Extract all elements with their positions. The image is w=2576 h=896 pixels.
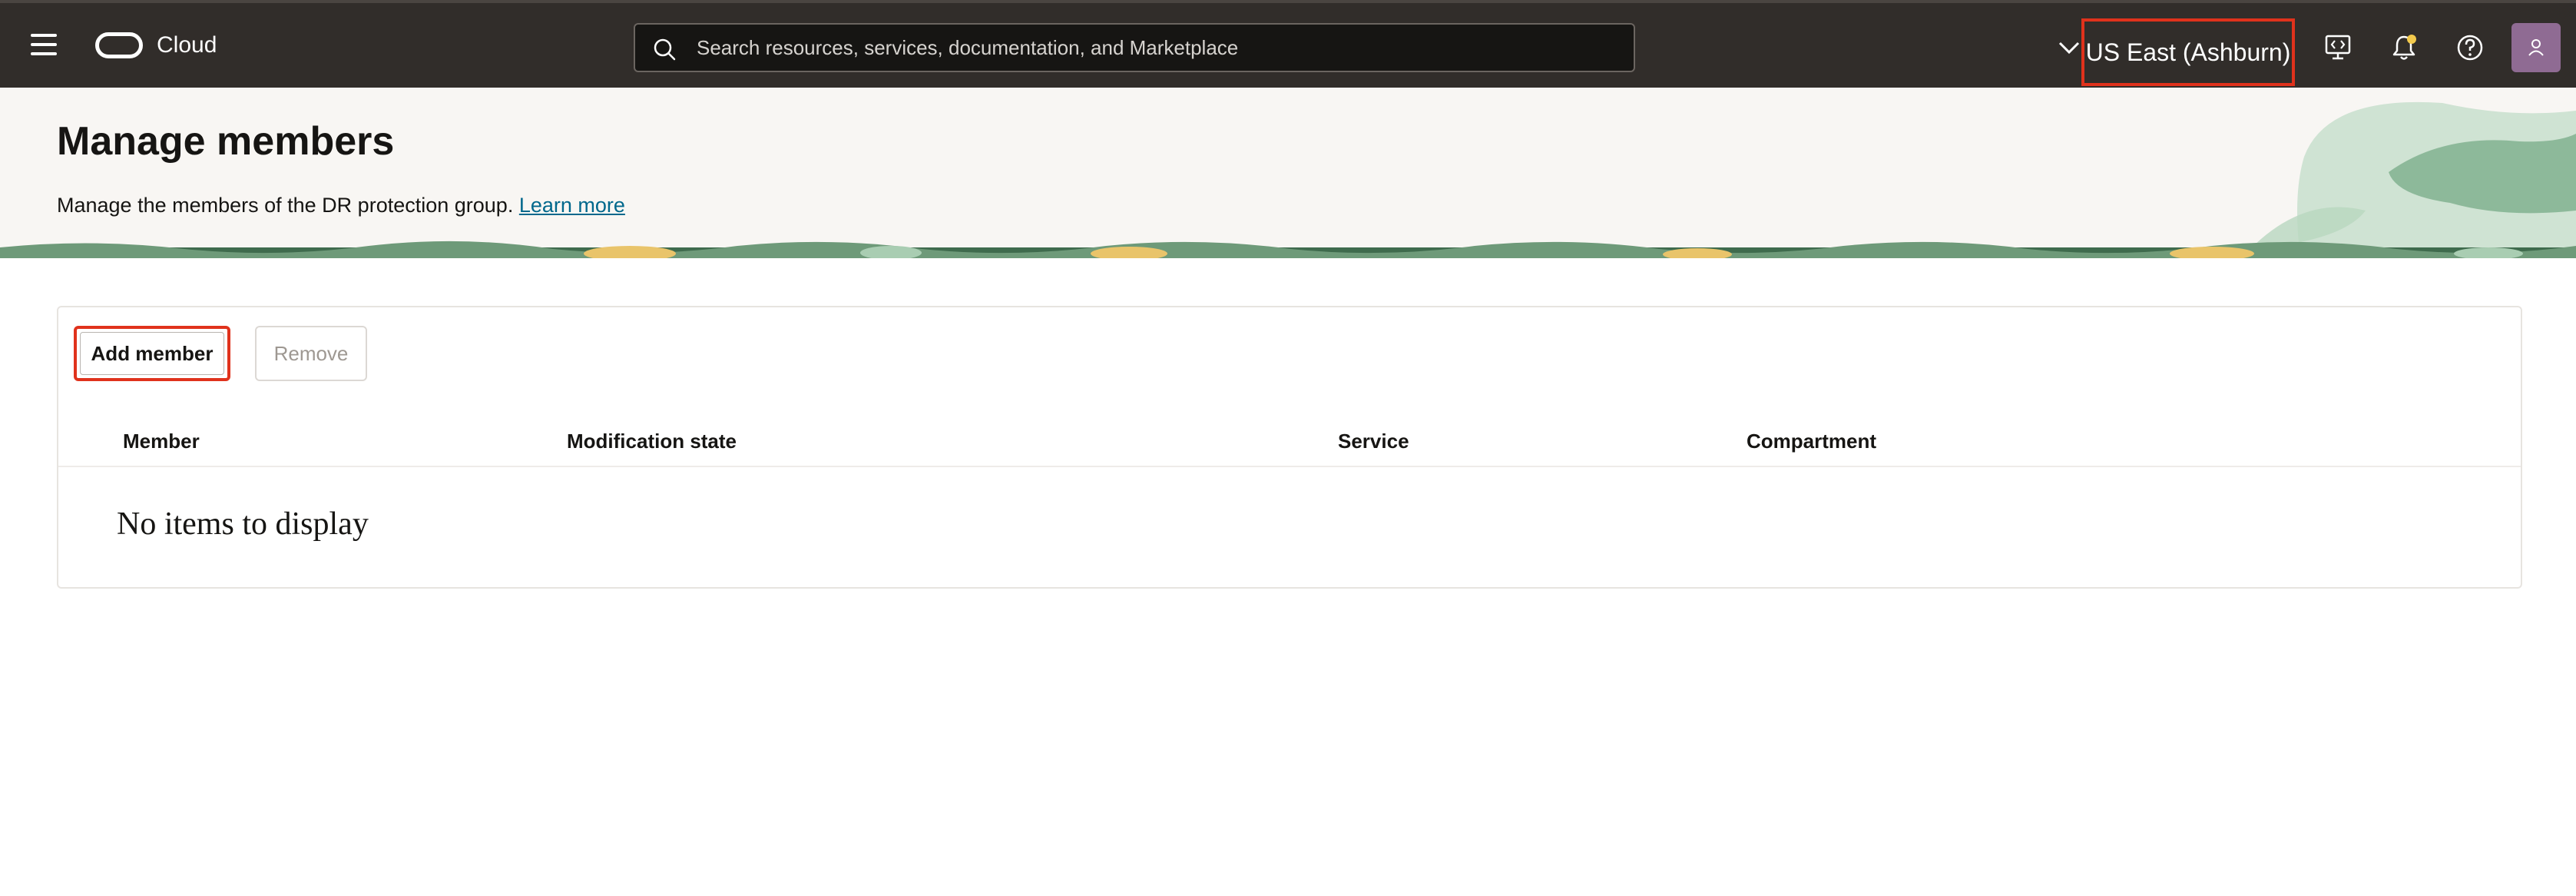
- search-input[interactable]: [695, 25, 1617, 71]
- table-header: Member Modification state Service Compar…: [58, 415, 2521, 467]
- user-icon: [2528, 39, 2544, 56]
- avatar[interactable]: [2511, 23, 2561, 72]
- decorative-banner: [0, 101, 2576, 258]
- oracle-logo[interactable]: [95, 32, 143, 58]
- region-selector[interactable]: US East (Ashburn): [2081, 18, 2295, 86]
- brand-name[interactable]: Cloud: [157, 32, 217, 58]
- menu-icon[interactable]: [31, 34, 57, 55]
- add-member-button[interactable]: Add member: [74, 326, 230, 381]
- page-description-text: Manage the members of the DR protection …: [57, 194, 514, 217]
- page-title: Manage members: [57, 119, 395, 164]
- add-member-button-border: [80, 332, 224, 375]
- learn-more-link[interactable]: Learn more: [519, 194, 625, 217]
- members-panel: Add member Remove Member Modification st…: [57, 306, 2522, 589]
- column-header-member[interactable]: Member: [123, 415, 200, 467]
- top-navigation-bar: Cloud US East (Ashburn): [0, 0, 2576, 88]
- bell-icon[interactable]: [2389, 32, 2419, 63]
- search-box[interactable]: [634, 23, 1635, 72]
- help-icon[interactable]: [2455, 32, 2485, 63]
- page-description: Manage the members of the DR protection …: [57, 194, 625, 217]
- developer-tools-icon[interactable]: [2323, 32, 2353, 63]
- page-header: Manage members Manage the members of the…: [0, 88, 2576, 258]
- remove-button[interactable]: Remove: [255, 326, 367, 381]
- chevron-down-icon[interactable]: [2055, 37, 2083, 58]
- empty-table-message: No items to display: [117, 506, 369, 542]
- column-header-compartment[interactable]: Compartment: [1747, 415, 1876, 467]
- column-header-service[interactable]: Service: [1338, 415, 1409, 467]
- search-icon: [654, 38, 676, 61]
- column-header-modification-state[interactable]: Modification state: [567, 415, 737, 467]
